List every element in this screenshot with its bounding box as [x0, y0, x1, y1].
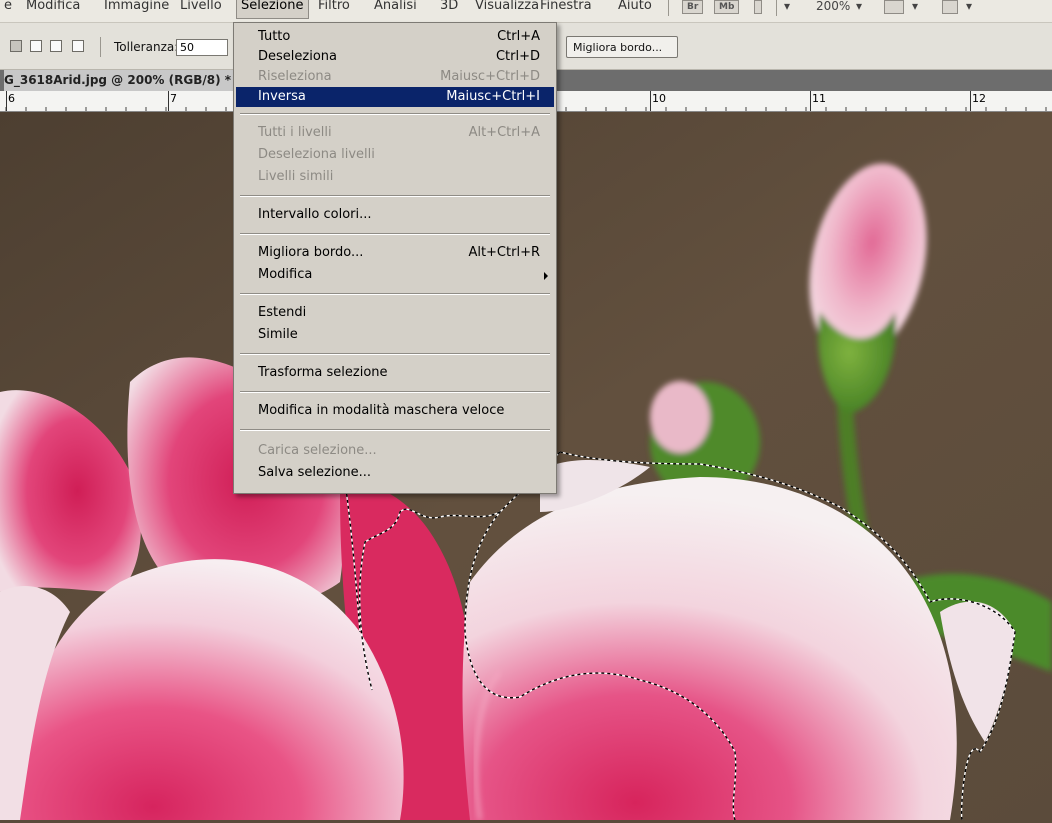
guides-icon[interactable]	[754, 0, 762, 14]
menu-item-maschera-veloce[interactable]: Modifica in modalità maschera veloce	[236, 401, 554, 421]
ruler-major-tick	[970, 91, 971, 111]
zoom-level[interactable]: 200%	[816, 0, 850, 18]
menu-item-tutti-i-livelli: Tutti i livelli Alt+Ctrl+A	[236, 123, 554, 143]
menu-bar: e Modifica Immagine Livello Selezione Fi…	[0, 0, 1052, 23]
menu-item-carica-selezione: Carica selezione...	[236, 441, 554, 461]
chevron-down-icon[interactable]: ▾	[966, 0, 972, 18]
ruler-label: 10	[652, 92, 666, 105]
chevron-down-icon[interactable]: ▾	[912, 0, 918, 18]
arrange-documents-icon[interactable]	[884, 0, 904, 14]
menu-item-selezione[interactable]: Selezione	[236, 0, 309, 19]
menu-item-riseleziona: Riseleziona Maiusc+Ctrl+D	[236, 67, 554, 87]
menu-item-label: Intervallo colori...	[258, 207, 372, 222]
ruler-label: 6	[8, 92, 15, 105]
menu-item-label: Modifica	[258, 267, 313, 282]
menu-item-shortcut: Ctrl+D	[495, 49, 540, 64]
menu-item-label: Riseleziona	[258, 69, 332, 84]
selection-menu: Tutto Ctrl+A Deseleziona Ctrl+D Riselezi…	[233, 22, 557, 494]
menu-item-3d[interactable]: 3D	[440, 0, 458, 18]
options-separator	[100, 37, 101, 57]
menu-item-label: Carica selezione...	[258, 443, 377, 458]
ruler-major-tick	[650, 91, 651, 111]
menu-item-analisi[interactable]: Analisi	[374, 0, 417, 18]
ruler-major-tick	[810, 91, 811, 111]
menu-item-salva-selezione[interactable]: Salva selezione...	[236, 463, 554, 483]
intersect-selection-icon[interactable]	[72, 40, 84, 52]
ruler-major-tick	[168, 91, 169, 111]
new-selection-icon[interactable]	[10, 40, 22, 52]
menu-item-label: Migliora bordo...	[258, 245, 364, 260]
menu-separator	[668, 0, 669, 16]
menu-item-truncated[interactable]: e	[4, 0, 12, 18]
menu-item-label: Livelli simili	[258, 169, 334, 184]
menu-separator	[240, 353, 550, 355]
menu-item-migliora-bordo[interactable]: Migliora bordo... Alt+Ctrl+R	[236, 243, 554, 263]
menu-item-finestra[interactable]: Finestra	[540, 0, 592, 18]
menu-item-shortcut: Ctrl+A	[497, 29, 540, 44]
menu-item-label: Deseleziona	[258, 49, 337, 64]
menu-item-shortcut: Alt+Ctrl+A	[468, 125, 540, 140]
menu-separator	[240, 233, 550, 235]
menu-item-shortcut: Alt+Ctrl+R	[468, 245, 540, 260]
menu-item-label: Estendi	[258, 305, 307, 320]
ruler-label: 11	[812, 92, 826, 105]
add-to-selection-icon[interactable]	[30, 40, 42, 52]
menu-item-intervallo-colori[interactable]: Intervallo colori...	[236, 205, 554, 225]
menu-item-visualizza[interactable]: Visualizza	[475, 0, 539, 18]
menu-item-label: Simile	[258, 327, 298, 342]
submenu-arrow-icon	[544, 272, 548, 280]
menu-item-inversa[interactable]: Inversa Maiusc+Ctrl+I	[236, 87, 554, 107]
menu-separator	[240, 195, 550, 197]
menu-item-label: Deseleziona livelli	[258, 147, 375, 162]
document-tab-title[interactable]: G_3618Arid.jpg @ 200% (RGB/8) * (	[4, 70, 249, 91]
menu-item-simile[interactable]: Simile	[236, 325, 554, 345]
menu-item-label: Salva selezione...	[258, 465, 372, 480]
menu-item-livello[interactable]: Livello	[180, 0, 222, 18]
menu-item-deseleziona[interactable]: Deseleziona Ctrl+D	[236, 47, 554, 67]
chevron-down-icon[interactable]: ▾	[784, 0, 790, 18]
subtract-from-selection-icon[interactable]	[50, 40, 62, 52]
menu-separator	[240, 429, 550, 431]
menu-item-label: Modifica in modalità maschera veloce	[258, 403, 505, 418]
menu-item-livelli-simili: Livelli simili	[236, 167, 554, 187]
ruler-label: 7	[170, 92, 177, 105]
menu-separator	[776, 0, 777, 16]
menu-item-modifica[interactable]: Modifica	[236, 265, 554, 285]
minibridge-button[interactable]: Mb	[714, 0, 740, 14]
menu-item-trasforma-selezione[interactable]: Trasforma selezione	[236, 363, 554, 383]
menu-item-filtro[interactable]: Filtro	[318, 0, 350, 18]
ruler-major-tick	[6, 91, 7, 111]
ruler-label: 12	[972, 92, 986, 105]
menu-item-label: Tutto	[258, 29, 291, 44]
menu-item-immagine[interactable]: Immagine	[104, 0, 169, 18]
refine-edge-button[interactable]: Migliora bordo...	[566, 36, 678, 58]
screen-mode-icon[interactable]	[942, 0, 958, 14]
menu-separator	[240, 113, 550, 115]
tolerance-label: Tolleranza:	[114, 40, 179, 54]
menu-item-modifica[interactable]: Modifica	[26, 0, 80, 18]
menu-item-estendi[interactable]: Estendi	[236, 303, 554, 323]
menu-item-label: Trasforma selezione	[258, 365, 388, 380]
tolerance-input[interactable]	[176, 39, 228, 56]
menu-item-aiuto[interactable]: Aiuto	[618, 0, 652, 18]
menu-item-shortcut: Maiusc+Ctrl+I	[446, 89, 540, 104]
menu-separator	[240, 391, 550, 393]
bridge-button[interactable]: Br	[682, 0, 704, 14]
menu-item-label: Tutti i livelli	[258, 125, 332, 140]
menu-item-deseleziona-livelli: Deseleziona livelli	[236, 145, 554, 165]
menu-item-shortcut: Maiusc+Ctrl+D	[440, 69, 540, 84]
menu-item-label: Inversa	[258, 89, 306, 104]
menu-separator	[240, 293, 550, 295]
menu-item-tutto[interactable]: Tutto Ctrl+A	[236, 27, 554, 47]
chevron-down-icon[interactable]: ▾	[856, 0, 862, 18]
